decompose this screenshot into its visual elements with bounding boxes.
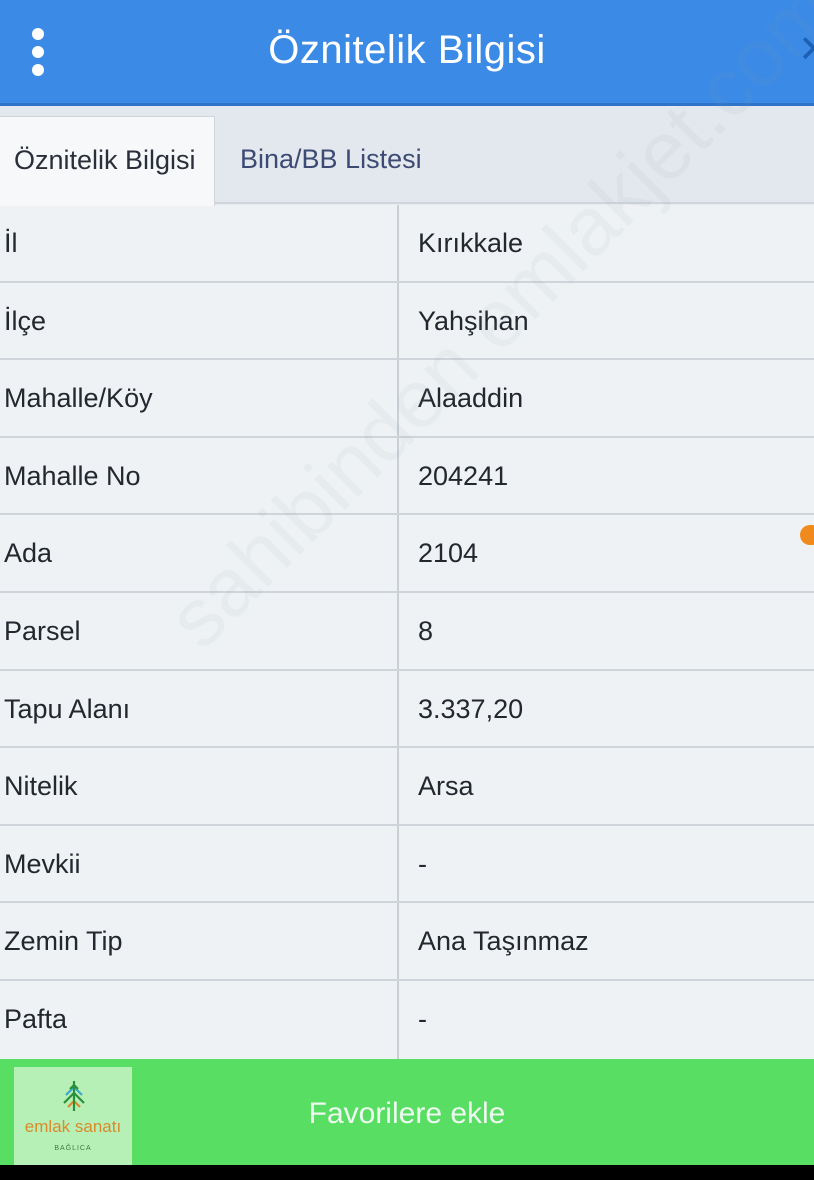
screen: Öznitelik Bilgisi ✕ Öznitelik Bilgisi Bi… <box>0 0 814 1180</box>
row-label: Zemin Tip <box>4 926 123 957</box>
column-divider <box>397 360 399 436</box>
maze-logo-icon <box>63 1081 85 1111</box>
column-divider <box>397 748 399 824</box>
page-title: Öznitelik Bilgisi <box>268 28 546 72</box>
row-value: Kırıkkale <box>418 228 524 258</box>
logo-text: emlak sanatı <box>24 1117 122 1136</box>
row-value: Ana Taşınmaz <box>418 926 589 957</box>
table-row: Parsel 8 <box>0 592 814 671</box>
row-value: - <box>418 848 427 879</box>
row-label: Mahalle/Köy <box>4 383 153 414</box>
column-divider <box>397 592 399 669</box>
row-value: Alaaddin <box>418 383 524 414</box>
system-bottom-bar <box>0 1165 814 1180</box>
row-value: 3.337,20 <box>418 693 524 724</box>
row-label: İlçe <box>4 305 47 336</box>
tab-oznitelik-bilgisi[interactable]: Öznitelik Bilgisi <box>0 116 215 206</box>
table-row: Zemin Tip Ana Taşınmaz <box>0 903 814 981</box>
row-label: Mahalle No <box>4 460 141 491</box>
row-label: Nitelik <box>4 771 78 802</box>
brand-logo: emlak sanatı BAĞLICA <box>14 1067 132 1165</box>
scroll-indicator[interactable] <box>800 525 814 545</box>
column-divider <box>397 515 399 591</box>
logo-subtext: BAĞLICA <box>54 1145 92 1152</box>
row-label: Parsel <box>4 615 81 646</box>
table-row: Mevkii - <box>0 825 814 904</box>
column-divider <box>397 903 399 979</box>
column-divider <box>397 670 399 747</box>
table-row: Nitelik Arsa <box>0 748 814 826</box>
table-row: Tapu Alanı 3.337,20 <box>0 670 814 749</box>
row-label: Tapu Alanı <box>4 693 131 724</box>
close-icon[interactable]: ✕ <box>798 30 814 70</box>
table-row: Mahalle No 204241 <box>0 437 814 516</box>
column-divider <box>397 437 399 514</box>
column-divider <box>397 825 399 902</box>
row-value: Arsa <box>418 771 474 802</box>
row-value: 2104 <box>418 538 479 569</box>
column-divider <box>397 282 399 359</box>
row-label: İl <box>4 228 18 258</box>
column-divider <box>397 205 399 281</box>
tab-bar: Öznitelik Bilgisi Bina/BB Listesi <box>0 106 814 206</box>
footer: Favorilere ekle emlak sanatı BAĞLICA <box>0 1059 814 1165</box>
row-value: 204241 <box>418 460 509 491</box>
table-row: Ada 2104 <box>0 515 814 593</box>
row-value: 8 <box>418 615 434 646</box>
row-label: Ada <box>4 538 53 569</box>
table-row: İl Kırıkkale <box>0 205 814 283</box>
column-divider <box>397 980 399 1059</box>
attribute-table: İl Kırıkkale İlçe Yahşihan Mahalle/Köy A… <box>0 205 814 1059</box>
row-value: Yahşihan <box>418 305 529 336</box>
row-label: Mevkii <box>4 848 81 879</box>
tab-bina-bb-listesi[interactable]: Bina/BB Listesi <box>226 116 436 206</box>
app-header: Öznitelik Bilgisi ✕ <box>0 0 814 106</box>
table-row: Mahalle/Köy Alaaddin <box>0 360 814 438</box>
row-value: - <box>418 1003 427 1034</box>
table-row: Pafta - <box>0 980 814 1059</box>
table-row: İlçe Yahşihan <box>0 282 814 361</box>
row-label: Pafta <box>4 1003 68 1034</box>
